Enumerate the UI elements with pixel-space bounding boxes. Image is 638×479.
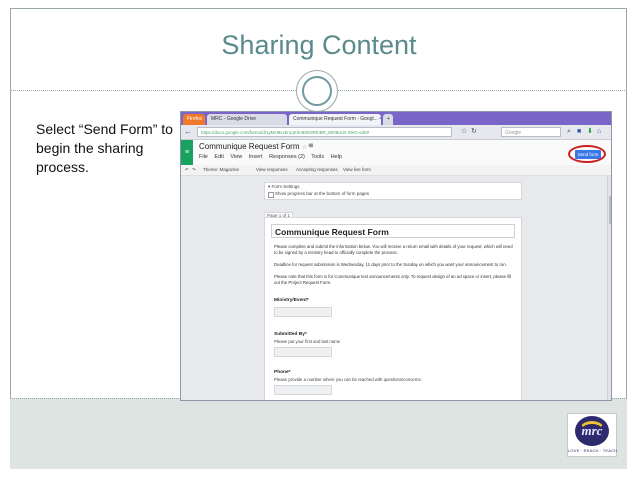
- question-submitted-by-input[interactable]: [274, 347, 332, 357]
- new-tab-button[interactable]: +: [383, 114, 393, 125]
- browser-tabbar: Firefox MRC - Google Drive Communique Re…: [181, 112, 611, 125]
- decorative-ring: [296, 70, 338, 112]
- tab-communique-form[interactable]: Communique Request Form - Googl... ×: [289, 114, 381, 125]
- menu-insert[interactable]: Insert: [249, 154, 263, 160]
- scrollbar-thumb[interactable]: [609, 196, 611, 224]
- download-icon[interactable]: ⬇: [587, 127, 593, 137]
- undo-icon[interactable]: ↶: [185, 165, 189, 175]
- menu-edit[interactable]: Edit: [214, 154, 223, 160]
- question-phone-input[interactable]: [274, 385, 332, 395]
- firefox-menu-button[interactable]: Firefox: [183, 114, 205, 125]
- accepting-responses-toggle[interactable]: Accepting responses: [296, 165, 338, 175]
- view-live-form-button[interactable]: View live form: [343, 165, 371, 175]
- menu-help[interactable]: Help: [331, 154, 342, 160]
- search-icon[interactable]: ⌕: [567, 127, 571, 137]
- menu-tools[interactable]: Tools: [311, 154, 324, 160]
- progress-bar-checkbox[interactable]: [268, 192, 274, 198]
- home-icon[interactable]: ⌂: [597, 127, 601, 137]
- theme-button[interactable]: Theme: Magazine: [203, 165, 239, 175]
- forms-app-header: ≡ Communique Request Form ☆ ▀ File Edit …: [181, 140, 611, 166]
- browser-toolbar: ← https://docs.google.com/forms/d/1yMH9v…: [181, 125, 611, 140]
- forms-logo-icon[interactable]: ≡: [181, 140, 193, 165]
- document-title[interactable]: Communique Request Form ☆ ▀: [199, 142, 313, 151]
- send-form-highlight: [568, 145, 606, 163]
- menu-file[interactable]: File: [199, 154, 208, 160]
- reload-icon[interactable]: ↻: [471, 127, 477, 137]
- menu-responses[interactable]: Responses (2): [269, 154, 305, 160]
- title-divider-left: [10, 90, 296, 91]
- forms-toolbar: ↶ ↷ Theme: Magazine View responses Accep…: [181, 165, 611, 176]
- view-responses-button[interactable]: View responses: [256, 165, 288, 175]
- form-settings-panel: ▾ Form Settings Show progress bar at the…: [264, 182, 522, 200]
- form-title-field[interactable]: Communique Request Form: [271, 224, 515, 238]
- form-description-2: Deadline for request submission is Wedne…: [274, 262, 507, 267]
- slide-title: Sharing Content: [221, 30, 417, 60]
- logo-emblem: mrc: [575, 416, 609, 446]
- bookmark-star-icon[interactable]: ☆: [461, 127, 467, 137]
- redo-icon[interactable]: ↷: [192, 165, 196, 175]
- search-input[interactable]: Google: [501, 127, 561, 137]
- tab-mrc-drive[interactable]: MRC - Google Drive: [207, 114, 287, 125]
- logo-tagline: LOVE · REACH · TEACH: [568, 448, 618, 453]
- question-ministry-label: Ministry/Event*: [274, 298, 309, 303]
- form-settings-header[interactable]: ▾ Form Settings: [268, 184, 300, 190]
- question-submitted-by-help: Please put your first and last name: [274, 339, 341, 344]
- mrc-logo: mrc LOVE · REACH · TEACH: [567, 413, 617, 457]
- back-icon[interactable]: ←: [184, 127, 192, 137]
- menu-bar: File Edit View Insert Responses (2) Tool…: [199, 154, 347, 160]
- question-phone-label: Phone*: [274, 370, 291, 375]
- form-description-1: Please complete and submit the informati…: [274, 244, 513, 255]
- question-phone-help: Please provide a number where you can be…: [274, 377, 422, 382]
- menu-view[interactable]: View: [230, 154, 242, 160]
- progress-bar-option-label: Show progress bar at the bottom of form …: [275, 191, 370, 196]
- slide-footer-band: [10, 398, 627, 469]
- bookmarks-icon[interactable]: ■: [577, 127, 581, 137]
- browser-screenshot: Firefox MRC - Google Drive Communique Re…: [180, 111, 612, 401]
- title-divider-right: [338, 90, 627, 91]
- question-submitted-by-label: Submitted By*: [274, 332, 307, 337]
- instruction-text: Select “Send Form” to begin the sharing …: [36, 121, 173, 175]
- scrollbar[interactable]: [607, 176, 611, 400]
- url-bar[interactable]: https://docs.google.com/forms/d/1yMH9vxb…: [197, 127, 452, 137]
- form-description-3: Please note that this form is for Commun…: [274, 274, 512, 285]
- question-ministry-input[interactable]: [274, 307, 332, 317]
- form-page: Communique Request Form Please complete …: [264, 217, 522, 400]
